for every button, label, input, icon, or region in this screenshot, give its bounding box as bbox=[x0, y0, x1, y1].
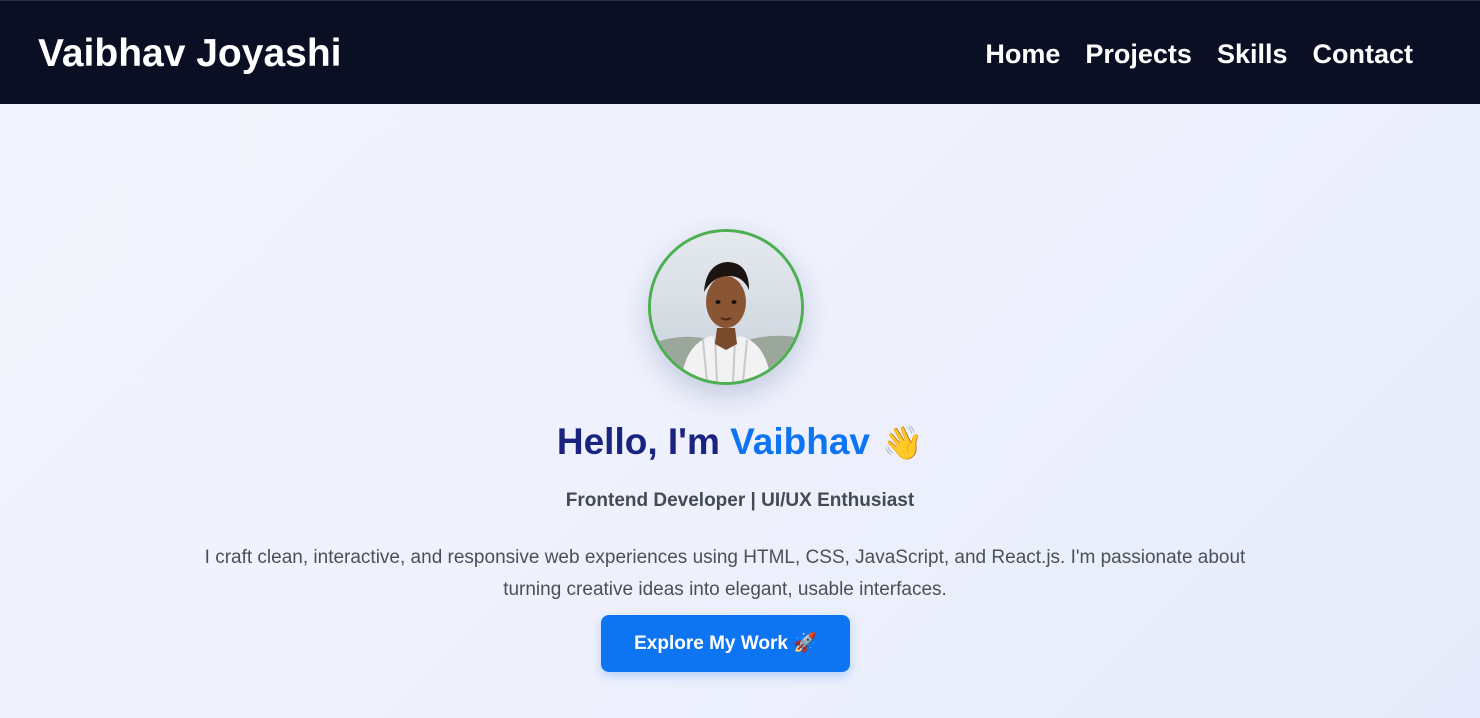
hero-greeting: Hello, I'm Vaibhav 👋 bbox=[0, 420, 1480, 465]
hero-section: Hello, I'm Vaibhav 👋 Frontend Developer |… bbox=[0, 104, 1480, 718]
nav-link-contact[interactable]: Contact bbox=[1313, 37, 1414, 71]
explore-work-button[interactable]: Explore My Work 🚀 bbox=[601, 615, 850, 672]
greeting-name: Vaibhav bbox=[730, 421, 871, 462]
hero-subtitle: Frontend Developer | UI/UX Enthusiast bbox=[565, 490, 915, 511]
avatar bbox=[648, 229, 804, 385]
navbar: Vaibhav Joyashi Home Projects Skills Con… bbox=[0, 0, 1480, 104]
hero-description: I craft clean, interactive, and responsi… bbox=[204, 547, 1246, 600]
nav-link-projects[interactable]: Projects bbox=[1085, 37, 1192, 71]
nav-links: Home Projects Skills Contact bbox=[985, 37, 1413, 71]
waving-hand-icon: 👋 bbox=[882, 424, 924, 461]
greeting-prefix: Hello, I'm bbox=[556, 421, 731, 462]
profile-photo-icon bbox=[651, 232, 801, 382]
nav-link-home[interactable]: Home bbox=[985, 37, 1060, 71]
nav-link-skills[interactable]: Skills bbox=[1217, 37, 1288, 71]
site-brand[interactable]: Vaibhav Joyashi bbox=[38, 31, 342, 77]
